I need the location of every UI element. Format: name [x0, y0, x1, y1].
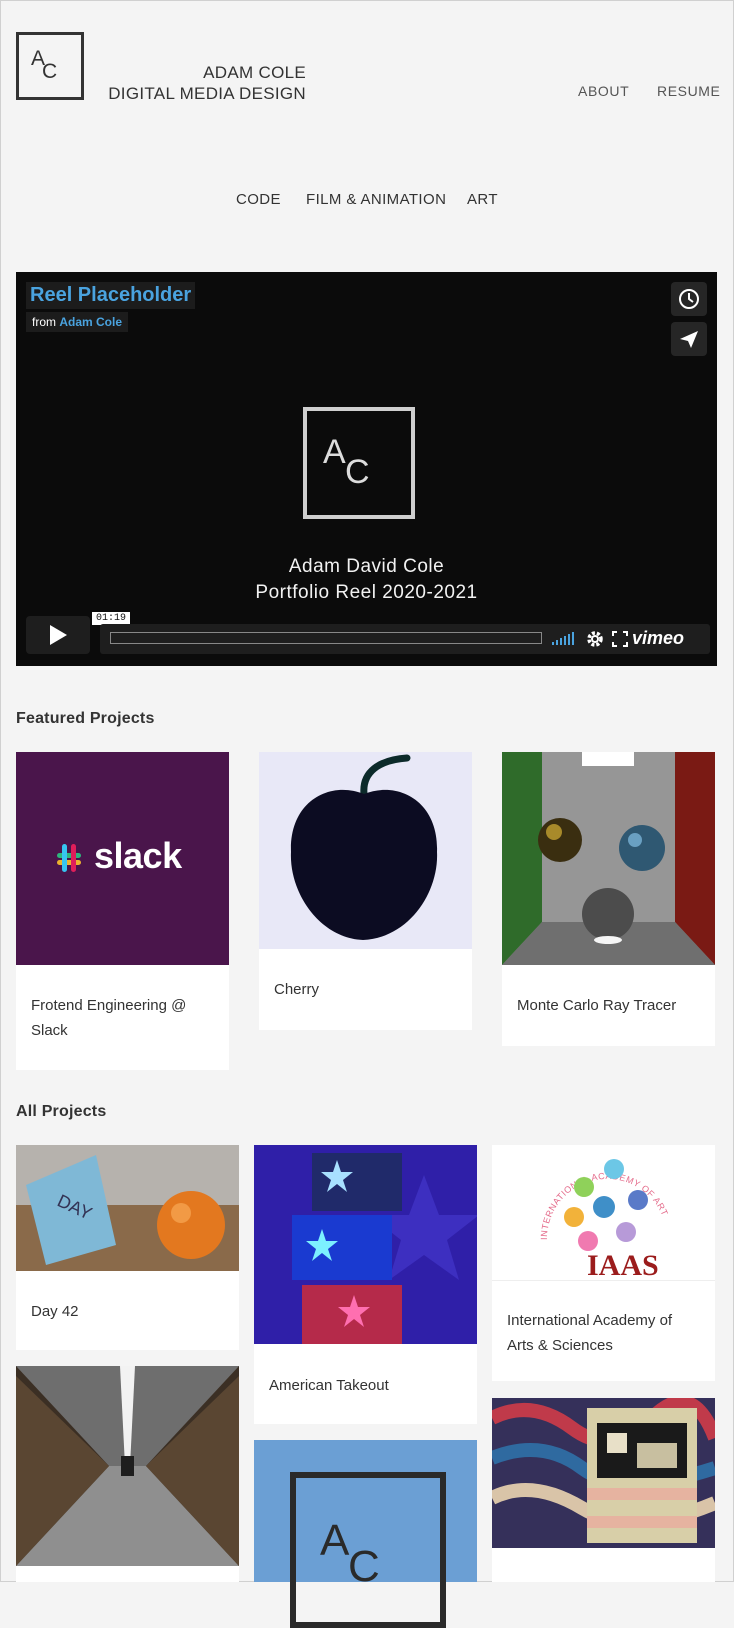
video-author-link[interactable]: Adam Cole	[59, 315, 122, 329]
play-button[interactable]	[26, 616, 90, 654]
iaas-acronym: IAAS	[587, 1249, 659, 1280]
site-logo[interactable]: A C	[16, 32, 84, 100]
card-label: American Takeout	[269, 1377, 389, 1394]
video-logo: A C	[303, 407, 415, 519]
card-label: Day 42	[31, 1303, 79, 1320]
card-label: Cherry	[274, 981, 320, 998]
slack-thumbnail: slack	[16, 752, 229, 965]
category-film-animation[interactable]: FILM & ANIMATION	[306, 191, 446, 208]
card-label: International Academy of Arts & Sciences	[507, 1308, 672, 1358]
paper-plane-icon	[680, 331, 698, 348]
brand-name: ADAM COLE	[203, 63, 306, 82]
video-byline: from Adam Cole	[26, 312, 129, 332]
project-card-warehouse[interactable]	[16, 1366, 239, 1582]
card-label-line: International Academy of	[507, 1312, 673, 1329]
day-42-thumbnail: DAY	[16, 1145, 239, 1271]
ac-logo-c: C	[348, 1542, 380, 1591]
project-card-ac-logo[interactable]: A C	[254, 1440, 477, 1628]
iaas-logo: INTERNATIONAL ACADEMY OF ARTS AND SCIENC…	[492, 1145, 670, 1280]
project-card-iaas[interactable]: INTERNATIONAL ACADEMY OF ARTS AND SCIENC…	[492, 1145, 715, 1381]
play-icon	[50, 625, 67, 645]
featured-card-cherry[interactable]: Cherry	[259, 752, 472, 1030]
ac-logo-a: A	[320, 1516, 350, 1565]
video-caption-subtitle: Portfolio Reel 2020-2021	[255, 582, 478, 603]
card-label-line: Slack	[31, 1022, 68, 1039]
takeout-stack-photo	[254, 1145, 477, 1344]
project-card-american-takeout[interactable]: American Takeout	[254, 1145, 477, 1424]
card-label-line: Arts & Sciences	[507, 1337, 613, 1354]
slack-hash-icon	[57, 844, 81, 872]
nav-about[interactable]: ABOUT	[578, 83, 629, 99]
logo-letter-c: C	[42, 60, 58, 83]
watch-later-button[interactable]	[671, 282, 707, 316]
settings-gear-icon[interactable]	[586, 630, 604, 648]
warehouse-thumbnail	[16, 1366, 239, 1566]
site-brand[interactable]: ADAM COLE DIGITAL MEDIA DESIGN	[108, 62, 306, 104]
day-42-photo: DAY	[16, 1145, 239, 1271]
featured-heading: Featured Projects	[16, 710, 155, 727]
textile-thumbnail	[492, 1398, 715, 1548]
clock-icon	[679, 289, 699, 309]
slack-wordmark: slack	[94, 835, 182, 876]
fullscreen-icon[interactable]	[612, 631, 628, 647]
ray-tracer-thumbnail	[502, 752, 715, 965]
cherry-thumbnail	[259, 752, 472, 949]
video-caption: Adam David Cole Portfolio Reel 2020-2021	[16, 554, 717, 606]
card-label: Monte Carlo Ray Tracer	[517, 997, 677, 1014]
video-player[interactable]: Reel Placeholder from Adam Cole A C Adam…	[16, 272, 717, 666]
featured-card-slack[interactable]: slack Frotend Engineering @ Slack	[16, 752, 229, 1070]
video-byline-prefix: from	[32, 315, 56, 329]
video-title[interactable]: Reel Placeholder	[26, 282, 196, 309]
project-card-day-42[interactable]: DAY Day 42	[16, 1145, 239, 1350]
share-button[interactable]	[671, 322, 707, 356]
volume-icon[interactable]	[552, 631, 576, 645]
vimeo-logo[interactable]: vimeo	[632, 628, 684, 649]
video-logo-a: A	[323, 433, 346, 471]
video-logo-c: C	[345, 453, 370, 491]
progress-track[interactable]	[110, 632, 542, 644]
warehouse-photo	[16, 1366, 239, 1566]
iaas-thumbnail: INTERNATIONAL ACADEMY OF ARTS AND SCIENC…	[492, 1145, 715, 1281]
card-label-line: Frotend Engineering @	[31, 997, 187, 1014]
category-art[interactable]: ART	[467, 191, 498, 208]
cherry-shape	[290, 754, 438, 940]
card-label: Frotend Engineering @ Slack	[31, 993, 186, 1043]
brand-tagline: DIGITAL MEDIA DESIGN	[108, 84, 306, 103]
ac-logo-frame: A C	[290, 1472, 446, 1628]
cornell-box-render	[502, 752, 715, 965]
category-code[interactable]: CODE	[236, 191, 281, 208]
nav-resume[interactable]: RESUME	[657, 83, 721, 99]
control-bar: vimeo	[100, 624, 710, 654]
all-projects-heading: All Projects	[16, 1103, 107, 1120]
american-takeout-thumbnail	[254, 1145, 477, 1344]
textile-photo	[492, 1398, 715, 1548]
featured-card-ray-tracer[interactable]: Monte Carlo Ray Tracer	[502, 752, 715, 1046]
project-card-textile[interactable]	[492, 1398, 715, 1582]
video-caption-name: Adam David Cole	[288, 556, 445, 577]
